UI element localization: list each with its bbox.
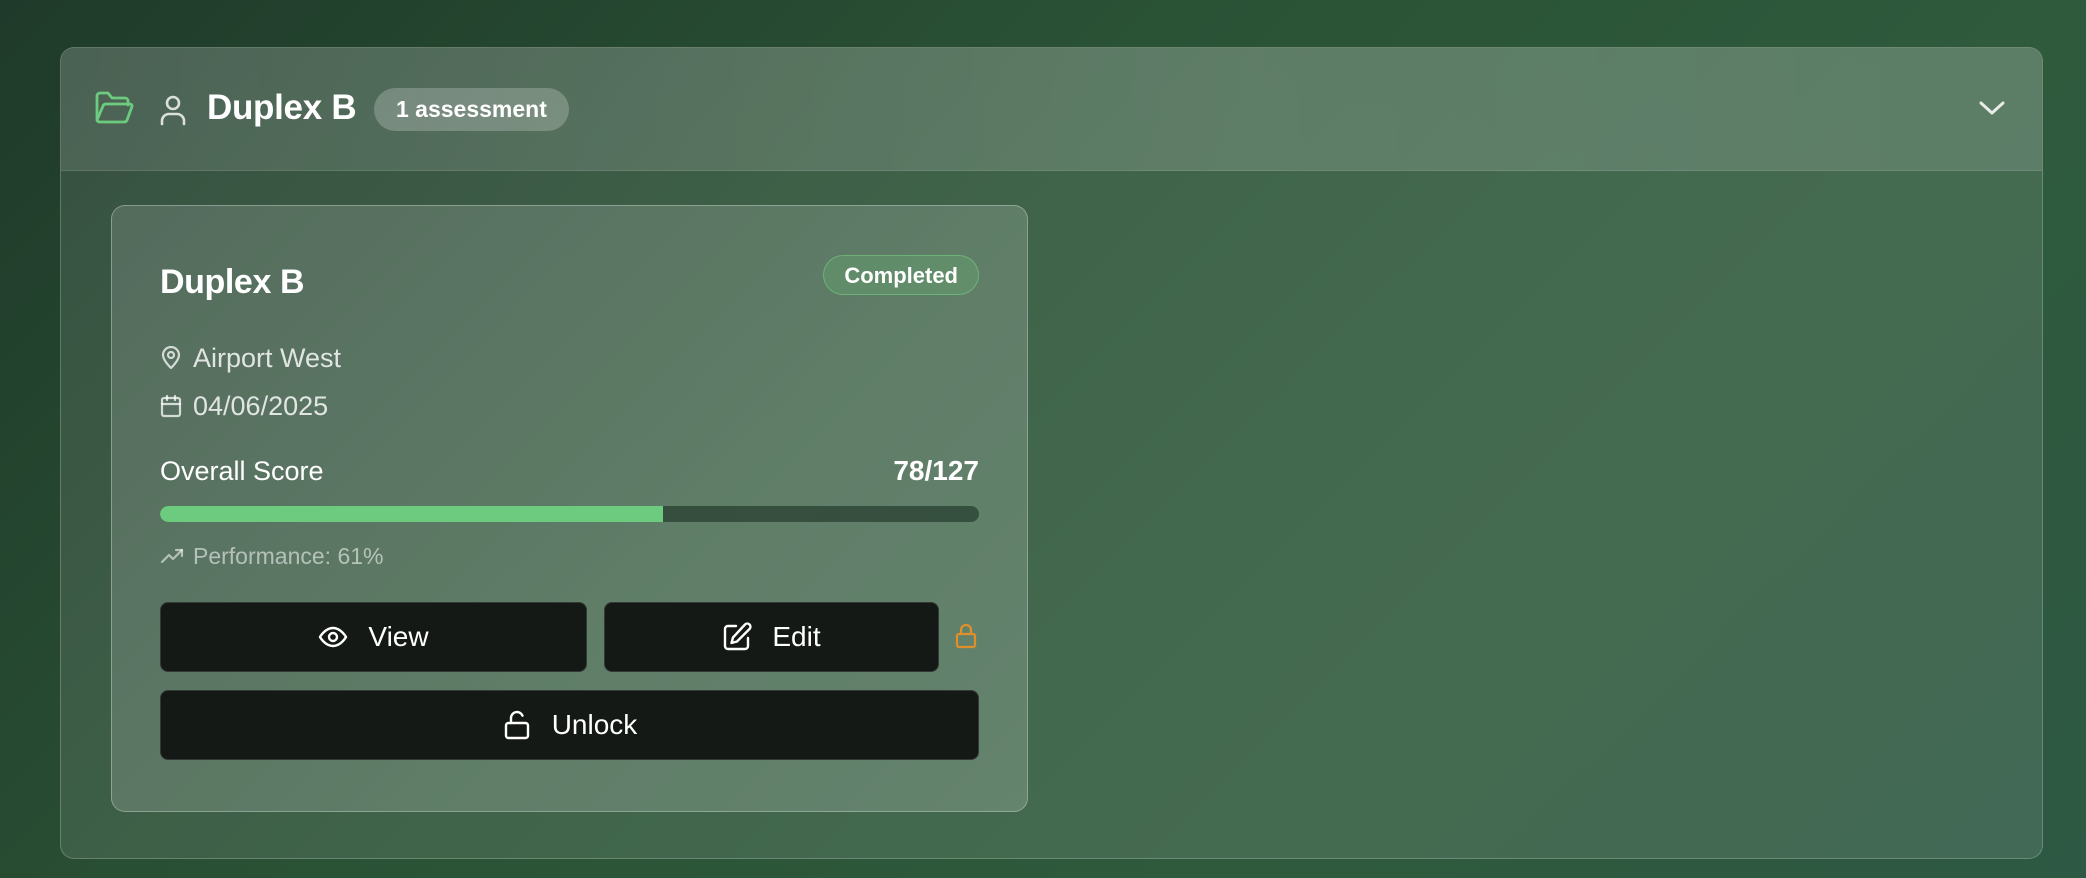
eye-icon (319, 626, 348, 648)
edit-button-label: Edit (772, 621, 821, 652)
score-label: Overall Score (160, 456, 324, 486)
unlock-button[interactable]: Unlock (160, 690, 979, 760)
lock-icon (955, 623, 977, 649)
date-row: 04/06/2025 (160, 389, 328, 423)
unlock-button-label: Unlock (551, 709, 638, 740)
performance-text: Performance: 61% (193, 543, 384, 569)
collapse-toggle-button[interactable] (1972, 88, 2012, 128)
view-button-label: View (368, 621, 429, 652)
trending-up-icon (160, 548, 184, 564)
edit-icon (724, 622, 752, 651)
date-text: 04/06/2025 (193, 391, 329, 421)
score-value: 78/127 (893, 455, 979, 486)
group-title: Duplex B (207, 88, 357, 127)
card-title: Duplex B (160, 263, 305, 301)
score-progress-fill (160, 506, 663, 522)
assessment-group-panel: Duplex B 1 assessment Duplex B Completed… (60, 47, 2043, 859)
assessment-card: Duplex B Completed Airport West 04/06/20… (111, 205, 1028, 812)
status-badge: Completed (823, 255, 979, 295)
performance-row: Performance: 61% (160, 541, 383, 571)
location-text: Airport West (193, 343, 342, 373)
view-button[interactable]: View (160, 602, 587, 672)
location-row: Airport West (160, 341, 341, 375)
score-progress-bar (160, 506, 979, 522)
edit-button[interactable]: Edit (604, 602, 939, 672)
assessment-count-badge: 1 assessment (374, 88, 569, 131)
calendar-icon (160, 394, 182, 418)
unlock-icon (504, 710, 529, 740)
folder-open-icon (95, 91, 134, 124)
group-header[interactable]: Duplex B 1 assessment (61, 48, 2042, 171)
user-icon (160, 95, 186, 126)
map-pin-icon (161, 346, 181, 370)
chevron-down-icon (1979, 101, 2005, 115)
